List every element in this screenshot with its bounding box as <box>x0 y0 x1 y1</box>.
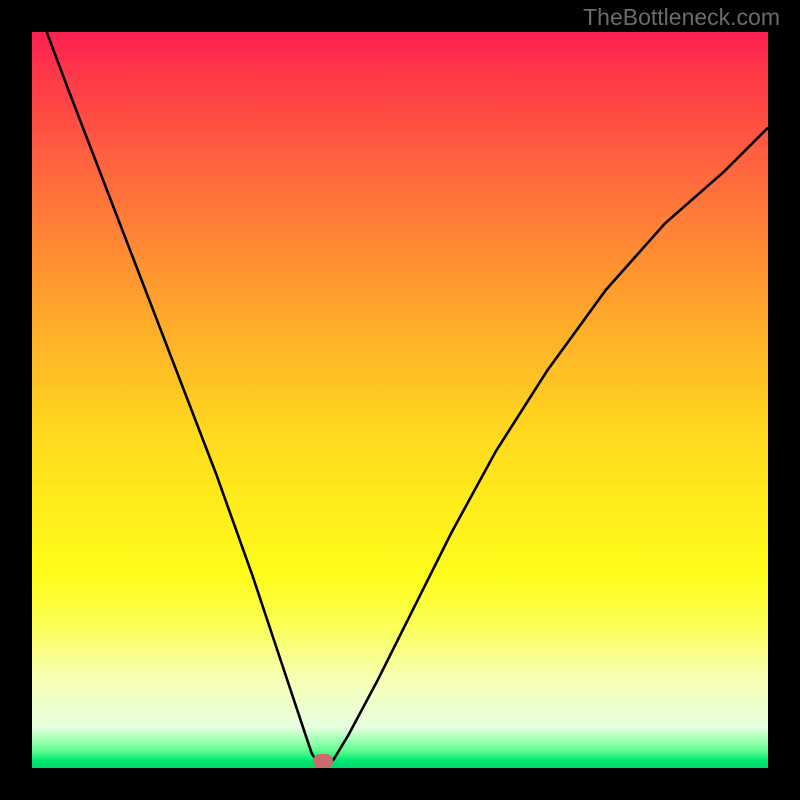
bottleneck-curve <box>32 32 768 768</box>
watermark-text: TheBottleneck.com <box>583 4 780 31</box>
plot-area <box>32 32 768 768</box>
curve-path <box>47 32 768 767</box>
optimal-point-marker <box>313 754 333 768</box>
chart-frame: TheBottleneck.com <box>0 0 800 800</box>
